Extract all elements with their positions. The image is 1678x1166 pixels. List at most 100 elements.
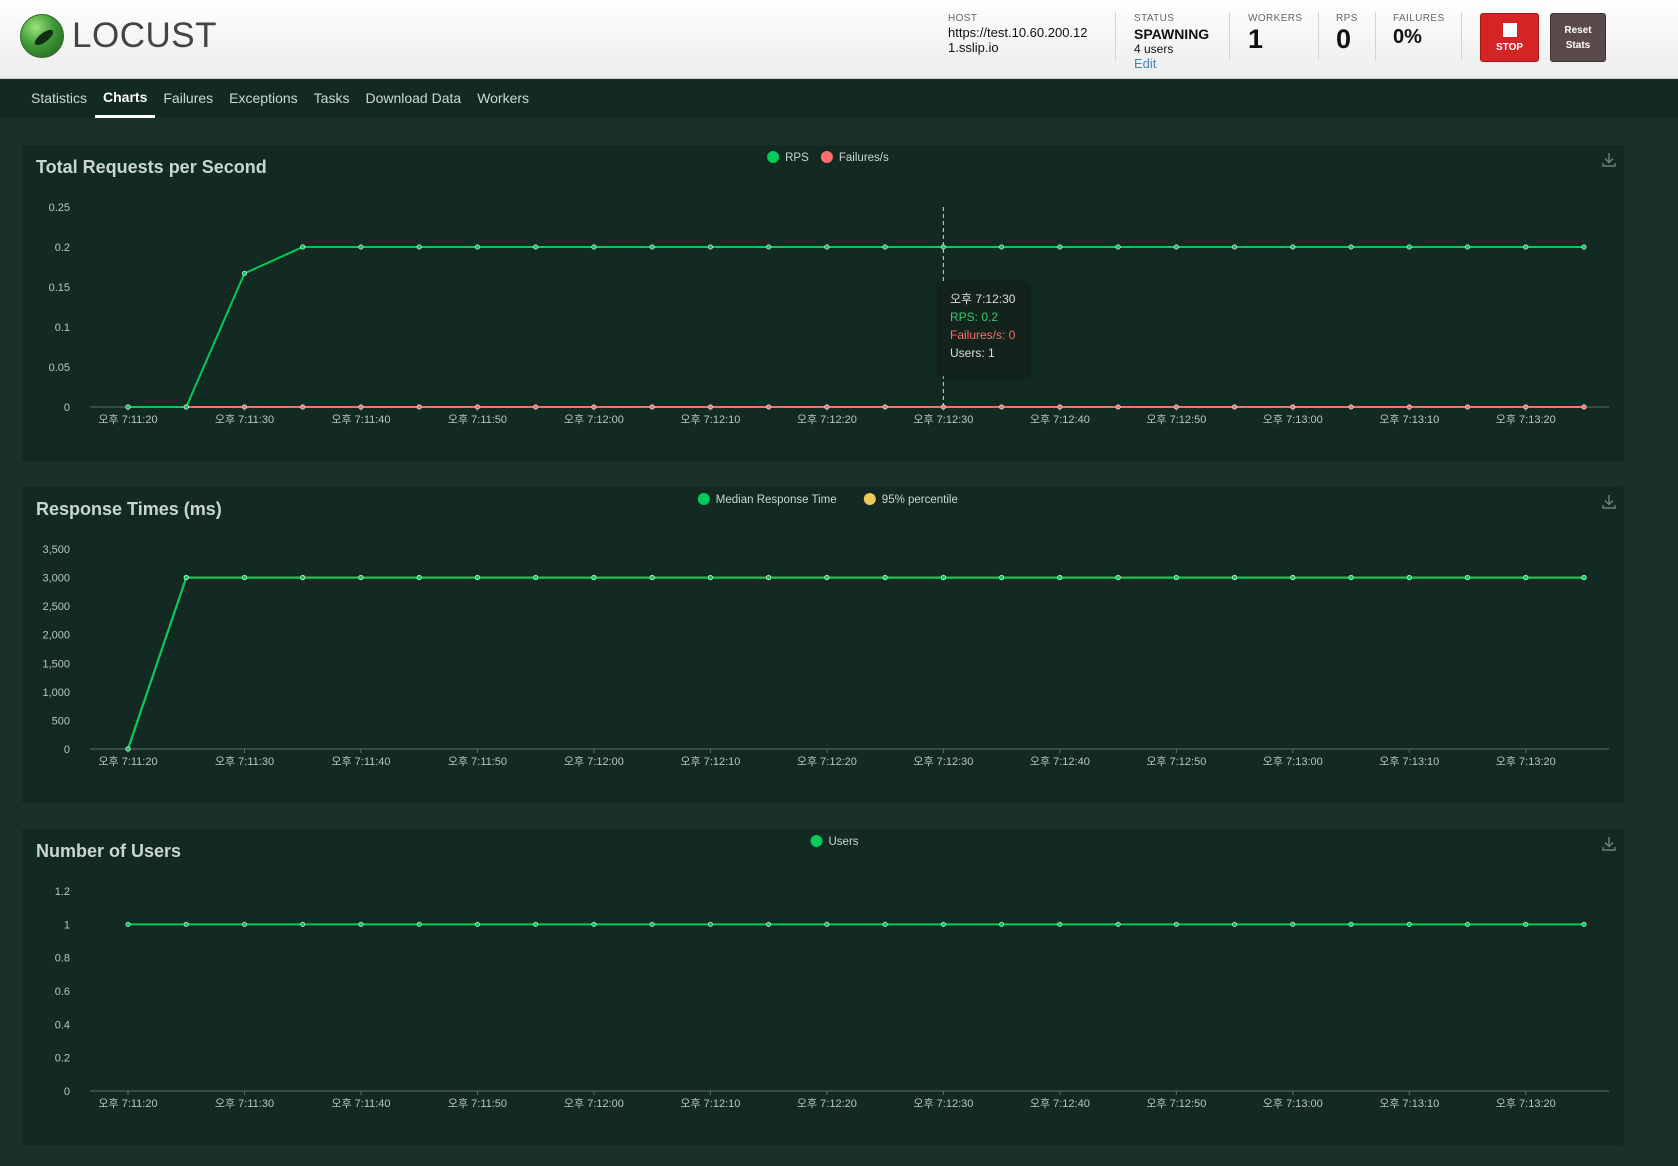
y-tick-label: 0.15 <box>49 282 70 294</box>
x-tick-label: 오후 7:11:20 <box>98 413 157 426</box>
tooltip-time: 오후 7:12:30 <box>950 292 1016 306</box>
tab-statistics[interactable]: Statistics <box>23 79 95 118</box>
x-tick-label: 오후 7:12:50 <box>1146 1097 1206 1110</box>
data-point <box>649 244 655 250</box>
rps-label: RPS <box>1336 13 1358 24</box>
x-tick-label: 오후 7:13:00 <box>1263 413 1323 426</box>
users-chart[interactable]: Users 0 0.2 0.4 0.6 0.8 1 1.2 오후 7:11:20 오후 7:11:… <box>22 829 1624 1145</box>
data-point <box>1232 575 1238 581</box>
data-point <box>882 244 888 250</box>
data-point <box>300 244 306 250</box>
data-point <box>1173 921 1179 927</box>
data-point <box>1173 575 1179 581</box>
status-users: 4 users <box>1134 42 1174 56</box>
data-point <box>707 575 713 581</box>
data-point <box>1581 404 1587 410</box>
x-tick-label: 오후 7:12:20 <box>797 413 857 426</box>
tab-download-data[interactable]: Download Data <box>357 79 469 118</box>
chart-tooltip: 오후 7:12:30 RPS: 0.2 Failures/s: 0 Users:… <box>940 284 1028 376</box>
stop-icon <box>1502 22 1517 37</box>
x-tick-label: 오후 7:13:10 <box>1379 413 1439 426</box>
data-point <box>591 244 597 250</box>
data-point <box>1523 404 1529 410</box>
y-tick-label: 500 <box>52 715 70 727</box>
data-point <box>999 921 1005 927</box>
x-tick-label: 오후 7:13:00 <box>1263 755 1323 768</box>
data-point <box>591 921 597 927</box>
data-point <box>183 404 189 410</box>
data-point <box>241 404 247 410</box>
data-point <box>999 575 1005 581</box>
x-tick-label: 오후 7:11:40 <box>331 413 390 426</box>
x-tick-label: 오후 7:13:20 <box>1496 1097 1556 1110</box>
workers-label: WORKERS <box>1248 13 1303 24</box>
data-point <box>533 921 539 927</box>
header-divider <box>1115 12 1116 60</box>
x-tick-label: 오후 7:11:40 <box>331 755 390 768</box>
data-point <box>1523 575 1529 581</box>
data-point <box>533 244 539 250</box>
data-point <box>824 921 830 927</box>
tooltip-users: Users: 1 <box>950 346 995 360</box>
data-point <box>241 575 247 581</box>
data-point <box>707 244 713 250</box>
data-point <box>1115 921 1121 927</box>
data-point <box>882 575 888 581</box>
tab-failures[interactable]: Failures <box>155 79 221 118</box>
data-point <box>1348 575 1354 581</box>
x-tick-label: 오후 7:11:30 <box>215 413 274 426</box>
data-point <box>940 921 946 927</box>
x-tick-label: 오후 7:13:20 <box>1496 755 1556 768</box>
y-tick-label: 3,000 <box>42 573 70 585</box>
data-point <box>1115 244 1121 250</box>
data-point <box>707 404 713 410</box>
x-tick-label: 오후 7:12:10 <box>680 413 740 426</box>
tab-tasks[interactable]: Tasks <box>306 79 358 118</box>
data-point <box>416 244 422 250</box>
data-point <box>1232 244 1238 250</box>
y-tick-label: 2,500 <box>42 601 70 613</box>
tooltip-failures: Failures/s: 0 <box>950 328 1016 342</box>
data-point <box>824 575 830 581</box>
header-divider <box>1318 12 1319 60</box>
data-point <box>1348 244 1354 250</box>
y-tick-label: 0.8 <box>55 953 70 965</box>
y-tick-label: 0.2 <box>55 242 70 254</box>
data-point <box>1406 921 1412 927</box>
x-tick-label: 오후 7:11:50 <box>448 413 507 426</box>
locust-logo[interactable]: LOCUST <box>20 14 217 58</box>
legend-label: RPS <box>785 152 809 164</box>
main-tabs: Statistics Charts Failures Exceptions Ta… <box>0 79 1678 118</box>
x-tick-label: 오후 7:11:50 <box>448 1097 507 1110</box>
data-point <box>824 244 830 250</box>
data-point <box>1290 575 1296 581</box>
y-tick-label: 0.05 <box>49 362 70 374</box>
x-tick-label: 오후 7:12:20 <box>797 755 857 768</box>
x-tick-label: 오후 7:12:20 <box>797 1097 857 1110</box>
data-point <box>1348 404 1354 410</box>
reset-stats-button[interactable]: Reset Stats <box>1550 13 1606 62</box>
host-stat: HOST https://test.10.60.200.121.sslip.io <box>948 13 1098 55</box>
status-label: STATUS <box>1134 13 1175 24</box>
x-tick-label: 오후 7:12:00 <box>564 413 624 426</box>
tab-exceptions[interactable]: Exceptions <box>221 79 305 118</box>
data-point <box>183 921 189 927</box>
x-tick-label: 오후 7:12:10 <box>680 755 740 768</box>
y-tick-label: 2,000 <box>42 630 70 642</box>
x-tick-label: 오후 7:12:30 <box>913 1097 973 1110</box>
tab-workers[interactable]: Workers <box>469 79 537 118</box>
data-point <box>416 575 422 581</box>
x-tick-label: 오후 7:11:30 <box>215 1097 274 1110</box>
failures-value: 0% <box>1393 26 1422 48</box>
response-times-chart[interactable]: Median Response Time 95% percentile 0 500 1,… <box>22 487 1624 803</box>
data-point <box>591 404 597 410</box>
edit-users-link[interactable]: Edit <box>1134 56 1209 71</box>
data-point <box>416 404 422 410</box>
tooltip-rps: RPS: 0.2 <box>950 310 999 324</box>
tab-charts[interactable]: Charts <box>95 79 156 118</box>
data-point <box>1232 921 1238 927</box>
y-tick-label: 3,500 <box>42 544 70 556</box>
stop-button[interactable]: STOP <box>1480 13 1539 62</box>
rps-chart[interactable]: RPS Failures/s 0 0.05 0.1 0.15 0.2 0.25 오후 7:11:… <box>22 145 1624 461</box>
rps-value: 0 <box>1336 24 1352 54</box>
